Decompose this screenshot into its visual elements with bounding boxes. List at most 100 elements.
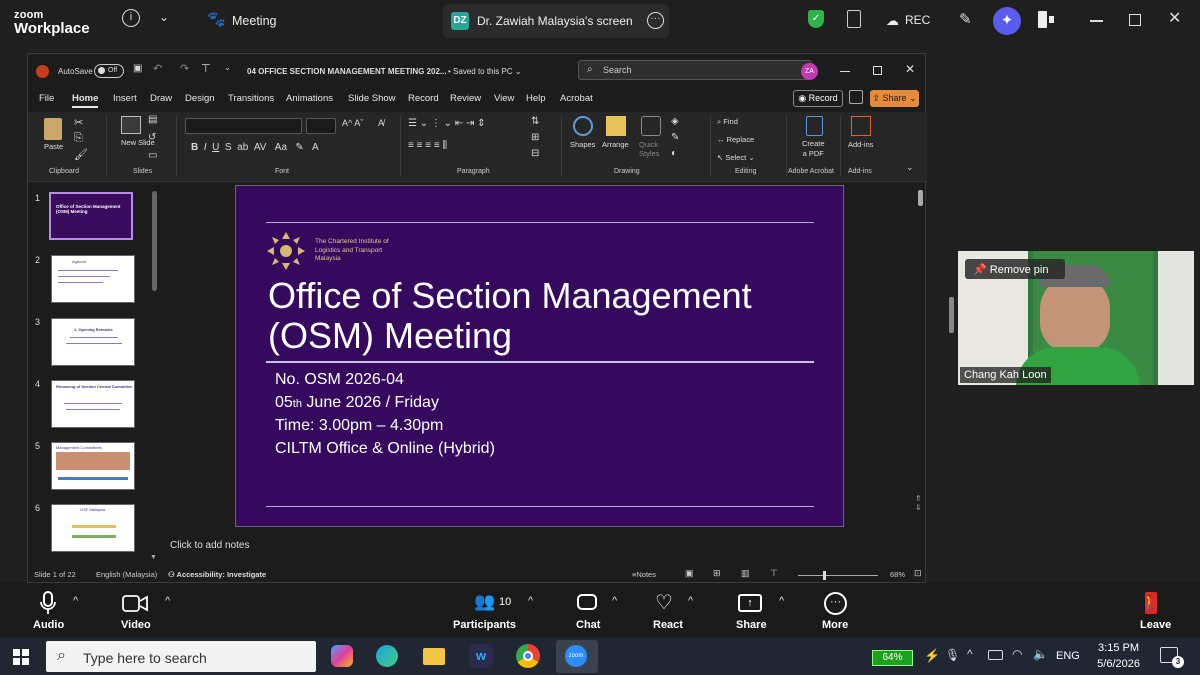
notes-pane[interactable]: Click to add notes [170, 540, 250, 551]
record-button[interactable]: ◉ Record [793, 90, 843, 107]
collapse-ribbon-icon[interactable]: ⌄ [906, 162, 914, 173]
share-options-icon[interactable]: ^ [779, 595, 784, 607]
microphone-icon[interactable] [40, 591, 56, 615]
battery-indicator[interactable]: 64% [872, 650, 913, 666]
status-language[interactable]: English (Malaysia) [96, 570, 157, 579]
wifi-icon[interactable]: ◠ [1012, 647, 1022, 661]
view-normal-icon[interactable]: ▣ [685, 568, 694, 579]
shape-effects-icon[interactable]: ◐ [671, 148, 677, 159]
audio-label[interactable]: Audio [33, 619, 64, 631]
menu-insert[interactable]: Insert [113, 93, 137, 104]
copy-icon[interactable]: ⎘ [74, 132, 83, 145]
more-label[interactable]: More [822, 619, 848, 631]
shape-fill-icon[interactable]: ◈ [671, 116, 679, 127]
cut-icon[interactable]: ✂ [74, 116, 83, 129]
create-pdf-button[interactable]: Create a PDF [802, 139, 825, 159]
font-family-box[interactable] [185, 118, 302, 134]
participants-label[interactable]: Participants [453, 619, 516, 631]
comments-icon[interactable] [849, 90, 863, 104]
restore-icon[interactable] [1129, 14, 1141, 26]
undo-icon[interactable]: ↶ [153, 62, 162, 75]
slide-canvas[interactable]: The Chartered Institute of Logistics and… [235, 185, 844, 527]
info-icon[interactable]: i [122, 9, 140, 27]
font-format-icons[interactable]: B I U S ab AV Aa ✎ A [191, 142, 319, 153]
remove-pin-button[interactable]: 📌 Remove pin [965, 259, 1065, 279]
present-icon[interactable]: ⊤ [201, 62, 211, 75]
arrange-label[interactable]: Arrange [602, 140, 629, 149]
ai-companion-icon[interactable]: ✦ [993, 7, 1021, 35]
more-options-icon[interactable]: ··· [647, 12, 664, 29]
slide-thumbnail-4[interactable]: Renaming of Section Central Committee [51, 380, 135, 428]
shield-icon[interactable]: ✓ [808, 10, 824, 28]
smartart-icon[interactable]: ⊟ [531, 148, 539, 159]
meeting-label[interactable]: Meeting [232, 14, 276, 28]
video-label[interactable]: Video [121, 619, 151, 631]
redo-icon[interactable]: ↷ [180, 62, 189, 75]
video-tile[interactable]: 📌 Remove pin Chang Kah Loon [958, 251, 1194, 385]
view-sorter-icon[interactable]: ⊞ [713, 568, 721, 579]
taskbar-search[interactable]: Type here to search [46, 641, 316, 672]
menu-draw[interactable]: Draw [150, 93, 172, 104]
slide-thumbnail-3[interactable]: 1. Opening Remarks [51, 318, 135, 366]
status-zoom-level[interactable]: 68% [890, 570, 905, 579]
participants-icon[interactable]: 👥 [474, 592, 495, 612]
select-button[interactable]: ↖ Select ⌄ [717, 153, 755, 162]
format-painter-icon[interactable]: 🖌 [74, 148, 88, 161]
addins-label[interactable]: Add-ins [848, 140, 873, 149]
text-direction-icon[interactable]: ⇅ [531, 116, 539, 127]
status-accessibility[interactable]: ⚇ Accessibility: Investigate [168, 570, 266, 579]
status-notes-button[interactable]: ≡Notes [632, 570, 656, 579]
audio-options-icon[interactable]: ^ [73, 595, 78, 607]
layout-icon[interactable]: ▤ [148, 114, 157, 125]
menu-transitions[interactable]: Transitions [228, 93, 274, 104]
show-hidden-icon[interactable]: ^ [967, 647, 973, 661]
video-camera-icon[interactable] [122, 595, 148, 612]
chat-options-icon[interactable]: ^ [612, 595, 617, 607]
menu-record[interactable]: Record [408, 93, 439, 104]
shapes-icon[interactable] [573, 116, 593, 136]
document-title[interactable]: 04 OFFICE SECTION MANAGEMENT MEETING 202… [247, 67, 447, 76]
save-status[interactable]: • Saved to this PC ⌄ [448, 67, 522, 76]
shape-outline-icon[interactable]: ✎ [671, 132, 679, 143]
find-button[interactable]: ⌕ Find [717, 117, 738, 127]
microphone-tray-icon[interactable]: 🎙 [945, 648, 960, 662]
slide-thumbnail-6[interactable]: OSF Malaysia [51, 504, 135, 552]
slide-thumbnail-2[interactable]: Agenda [51, 255, 135, 303]
language-indicator[interactable]: ENG [1056, 650, 1080, 662]
volume-icon[interactable]: 🔈 [1033, 647, 1048, 661]
zoom-slider-thumb[interactable] [823, 571, 826, 580]
menu-file[interactable]: File [39, 93, 54, 104]
fit-slide-icon[interactable]: ⊡ [914, 568, 922, 579]
react-label[interactable]: React [653, 619, 683, 631]
view-icon[interactable] [1038, 11, 1047, 28]
quick-styles-label[interactable]: Quick Styles [639, 140, 663, 158]
ppt-minimize-icon[interactable] [840, 71, 850, 72]
windows-start-icon[interactable] [13, 649, 29, 665]
webex-icon[interactable]: w [469, 644, 493, 668]
customize-qat-icon[interactable]: ⌄ [224, 63, 231, 72]
view-slideshow-icon[interactable]: ⊤ [770, 568, 778, 579]
search-box[interactable]: Search [578, 60, 812, 80]
participants-options-icon[interactable]: ^ [528, 595, 533, 607]
paste-label[interactable]: Paste [44, 142, 63, 151]
thumbnail-scrollbar[interactable] [152, 191, 157, 291]
menu-help[interactable]: Help [526, 93, 546, 104]
menu-view[interactable]: View [494, 93, 514, 104]
create-pdf-icon[interactable] [806, 116, 823, 136]
video-options-icon[interactable]: ^ [165, 595, 170, 607]
slide-thumbnail-5[interactable]: Management Committees [51, 442, 135, 490]
grow-font-icon[interactable]: A^ Aˇ [342, 118, 363, 128]
react-options-icon[interactable]: ^ [688, 595, 693, 607]
close-icon[interactable]: ✕ [1168, 8, 1181, 28]
align-icons[interactable]: ≡ ≡ ≡ ≡ ⫼ [408, 140, 447, 151]
paste-icon[interactable] [44, 118, 62, 140]
reset-icon[interactable]: ↺ [148, 132, 156, 143]
rec-label[interactable]: REC [905, 13, 930, 27]
slide-thumbnail-1[interactable]: Office of Section Management (OSM) Meeti… [49, 192, 133, 240]
scroll-down-icon[interactable]: ▼ [150, 554, 157, 561]
zoom-slider[interactable] [798, 575, 878, 576]
share-screen-icon[interactable]: ↑ [738, 594, 762, 612]
leave-label[interactable]: Leave [1140, 619, 1171, 631]
slide-nav-arrows-icon[interactable]: ⇑ ⇓ [915, 494, 922, 512]
shapes-label[interactable]: Shapes [570, 140, 595, 149]
